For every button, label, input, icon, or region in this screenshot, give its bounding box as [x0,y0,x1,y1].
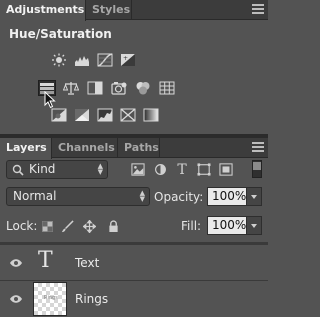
filter-pixel-icon[interactable] [130,162,146,177]
lock-transparent-pixels-icon[interactable] [40,219,54,233]
posterize-icon[interactable] [73,107,91,123]
tab-paths[interactable]: Paths [118,138,160,158]
black-white-icon[interactable] [86,80,104,96]
lock-label: Lock: [6,219,38,233]
layer-name: Text [75,256,100,270]
fill-slider-button[interactable] [247,216,262,235]
filter-smart-object-icon[interactable] [218,162,234,177]
layers-panel-menu-icon[interactable] [252,142,264,153]
layers-tab-strip: Layers Channels Paths [0,138,268,159]
adjustments-tab-strip: Adjustments Styles [0,0,268,21]
text-layer-icon: T [38,248,53,273]
fill-field[interactable]: 100% [207,216,247,235]
exposure-icon[interactable]: + [119,52,137,68]
opacity-slider-button[interactable] [247,187,262,206]
photo-filter-icon[interactable] [110,80,128,96]
fill-label: Fill: [181,219,202,233]
color-lookup-icon[interactable] [158,80,176,96]
filter-type-icon[interactable]: T [174,162,190,178]
search-icon [12,164,24,176]
threshold-icon[interactable] [96,107,114,123]
blend-mode-value: Normal [13,189,57,203]
layer-filter-value: Kind [29,162,56,176]
visibility-eye-icon[interactable] [9,294,23,304]
lock-position-icon[interactable] [82,219,96,233]
opacity-field[interactable]: 100% [207,187,247,206]
brightness-contrast-icon[interactable] [50,52,68,68]
layer-filter-dropdown[interactable]: Kind ▲ ▼ [6,160,108,179]
tab-channels[interactable]: Channels [52,138,118,158]
thumbnail-caption: Rings [44,295,58,301]
color-balance-icon[interactable] [62,80,80,96]
gradient-map-icon[interactable] [142,107,160,123]
layer-row-text[interactable]: T Text [0,245,268,281]
dropdown-arrows-icon: ▲ ▼ [97,162,103,176]
layer-row-rings[interactable]: Rings Rings [0,281,268,317]
blend-mode-dropdown[interactable]: Normal ▲ ▼ [6,187,150,206]
tab-styles[interactable]: Styles [86,0,132,20]
invert-icon[interactable] [50,107,68,123]
layer-name: Rings [75,292,109,306]
layer-thumbnail: Rings [33,282,67,316]
lock-image-pixels-icon[interactable] [60,219,74,233]
filter-toggle-switch[interactable] [252,160,262,178]
channel-mixer-icon[interactable] [134,80,152,96]
adjustments-panel-menu-icon[interactable] [252,4,264,15]
levels-icon[interactable] [73,52,91,68]
curves-icon[interactable] [96,52,114,68]
adjustments-title: Hue/Saturation [9,27,112,41]
visibility-eye-icon[interactable] [9,258,23,268]
dropdown-arrows-icon: ▲ ▼ [139,189,145,203]
svg-text:+: + [123,55,128,62]
lock-all-icon[interactable] [106,219,120,233]
opacity-label: Opacity: [154,190,204,204]
tab-layers[interactable]: Layers [0,138,52,159]
tab-adjustments[interactable]: Adjustments [0,0,86,21]
selective-color-icon[interactable] [119,107,137,123]
filter-shape-icon[interactable] [196,162,212,177]
filter-adjustment-icon[interactable] [152,162,168,177]
